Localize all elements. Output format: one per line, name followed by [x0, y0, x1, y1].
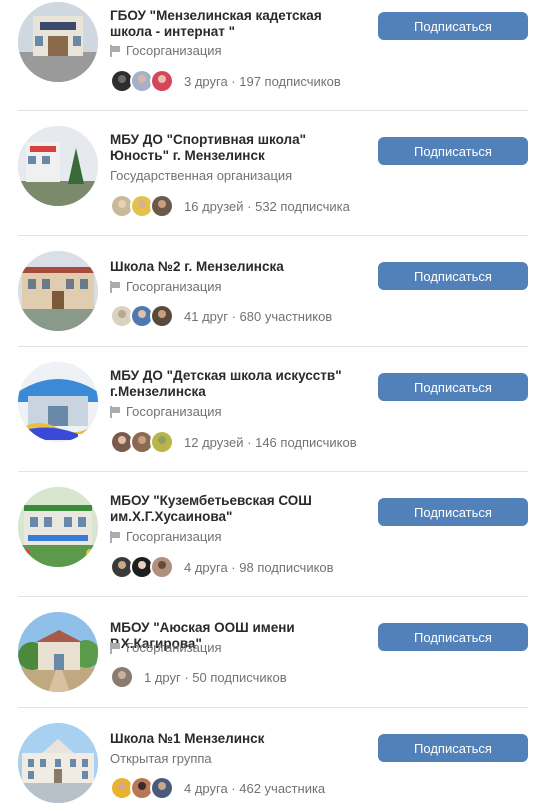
friends-info[interactable]: 4 друга · 462 участника: [110, 775, 325, 801]
friend-avatars: [110, 555, 174, 579]
community-avatar[interactable]: [18, 251, 98, 331]
flag-icon: [110, 406, 121, 418]
friends-info[interactable]: 4 друга · 98 подписчиков: [110, 554, 334, 580]
community-type: Госорганизация: [110, 43, 222, 59]
friend-avatars: [110, 304, 174, 328]
community-title[interactable]: ГБОУ "Мензелинская кадетская школа - инт…: [110, 8, 362, 40]
community-avatar[interactable]: [18, 723, 98, 803]
subscribe-button[interactable]: Подписаться: [378, 623, 528, 651]
community-type: Госорганизация: [110, 640, 222, 656]
friends-count: 4 друга · 98 подписчиков: [184, 559, 334, 575]
community-item: ГБОУ "Мензелинская кадетская школа - инт…: [0, 0, 536, 111]
community-avatar[interactable]: [18, 612, 98, 692]
friends-count: 16 друзей · 532 подписчика: [184, 198, 350, 214]
friend-avatars: [110, 430, 174, 454]
friends-info[interactable]: 41 друг · 680 участников: [110, 303, 332, 329]
community-title[interactable]: МБУ ДО "Спортивная школа" Юность" г. Мен…: [110, 132, 362, 164]
friend-avatar: [150, 430, 174, 454]
friends-count: 41 друг · 680 участников: [184, 308, 333, 324]
subscribe-button[interactable]: Подписаться: [378, 373, 528, 401]
community-item: МБОУ "Аюская ООШ имени Р.Х.Кагирова" Гос…: [0, 596, 536, 708]
community-type-label: Государственная организация: [110, 168, 293, 183]
flag-icon: [110, 45, 121, 57]
flag-icon: [110, 281, 121, 293]
community-item: Школа №1 Мензелинск Открытая группа 4 др…: [0, 707, 536, 812]
subscribe-button[interactable]: Подписаться: [378, 262, 528, 290]
flag-icon: [110, 531, 121, 543]
friends-info[interactable]: 12 друзей · 146 подписчиков: [110, 429, 357, 455]
community-type: Госорганизация: [110, 529, 222, 545]
friends-count: 4 друга · 462 участника: [184, 780, 326, 796]
subscribe-button[interactable]: Подписаться: [378, 137, 528, 165]
community-type: Госорганизация: [110, 279, 222, 295]
community-avatar[interactable]: [18, 2, 98, 82]
friend-avatar: [150, 194, 174, 218]
friend-avatars: [110, 69, 174, 93]
community-item: Школа №2 г. Мензелинска Госорганизация 4…: [0, 235, 536, 347]
friend-avatar: [110, 665, 134, 689]
flag-icon: [110, 642, 121, 654]
subscribe-button[interactable]: Подписаться: [378, 12, 528, 40]
friends-count: 12 друзей · 146 подписчиков: [184, 434, 357, 450]
community-type: Открытая группа: [110, 751, 212, 767]
friends-count: 1 друг · 50 подписчиков: [144, 669, 287, 685]
community-avatar[interactable]: [18, 362, 98, 442]
subscribe-button[interactable]: Подписаться: [378, 734, 528, 762]
community-title[interactable]: МБОУ "Кузембетьевская СОШ им.Х.Г.Хусаино…: [110, 493, 362, 525]
friend-avatar: [150, 555, 174, 579]
friend-avatar: [150, 776, 174, 800]
friend-avatar: [150, 69, 174, 93]
friends-info[interactable]: 16 друзей · 532 подписчика: [110, 193, 350, 219]
community-title[interactable]: МБУ ДО "Детская школа искусств" г.Мензел…: [110, 368, 362, 400]
community-item: МБУ ДО "Детская школа искусств" г.Мензел…: [0, 346, 536, 472]
community-type-label: Открытая группа: [110, 751, 212, 766]
friends-count: 3 друга · 197 подписчиков: [184, 73, 341, 89]
community-type-label: Госорганизация: [126, 43, 222, 58]
friend-avatars: [110, 776, 174, 800]
community-type-label: Госорганизация: [126, 404, 222, 419]
friends-info[interactable]: 3 друга · 197 подписчиков: [110, 68, 341, 94]
subscribe-button[interactable]: Подписаться: [378, 498, 528, 526]
friends-info[interactable]: 1 друг · 50 подписчиков: [110, 664, 287, 690]
community-avatar[interactable]: [18, 487, 98, 567]
community-type-label: Госорганизация: [126, 529, 222, 544]
community-title[interactable]: Школа №2 г. Мензелинска: [110, 259, 362, 275]
friend-avatar: [150, 304, 174, 328]
community-type-label: Госорганизация: [126, 640, 222, 655]
friend-avatars: [110, 194, 174, 218]
community-title[interactable]: Школа №1 Мензелинск: [110, 731, 362, 747]
community-item: МБОУ "Кузембетьевская СОШ им.Х.Г.Хусаино…: [0, 471, 536, 597]
community-item: МБУ ДО "Спортивная школа" Юность" г. Мен…: [0, 110, 536, 236]
community-type: Государственная организация: [110, 168, 292, 184]
community-type-label: Госорганизация: [126, 279, 222, 294]
community-type: Госорганизация: [110, 404, 222, 420]
community-avatar[interactable]: [18, 126, 98, 206]
friend-avatars: [110, 665, 134, 689]
